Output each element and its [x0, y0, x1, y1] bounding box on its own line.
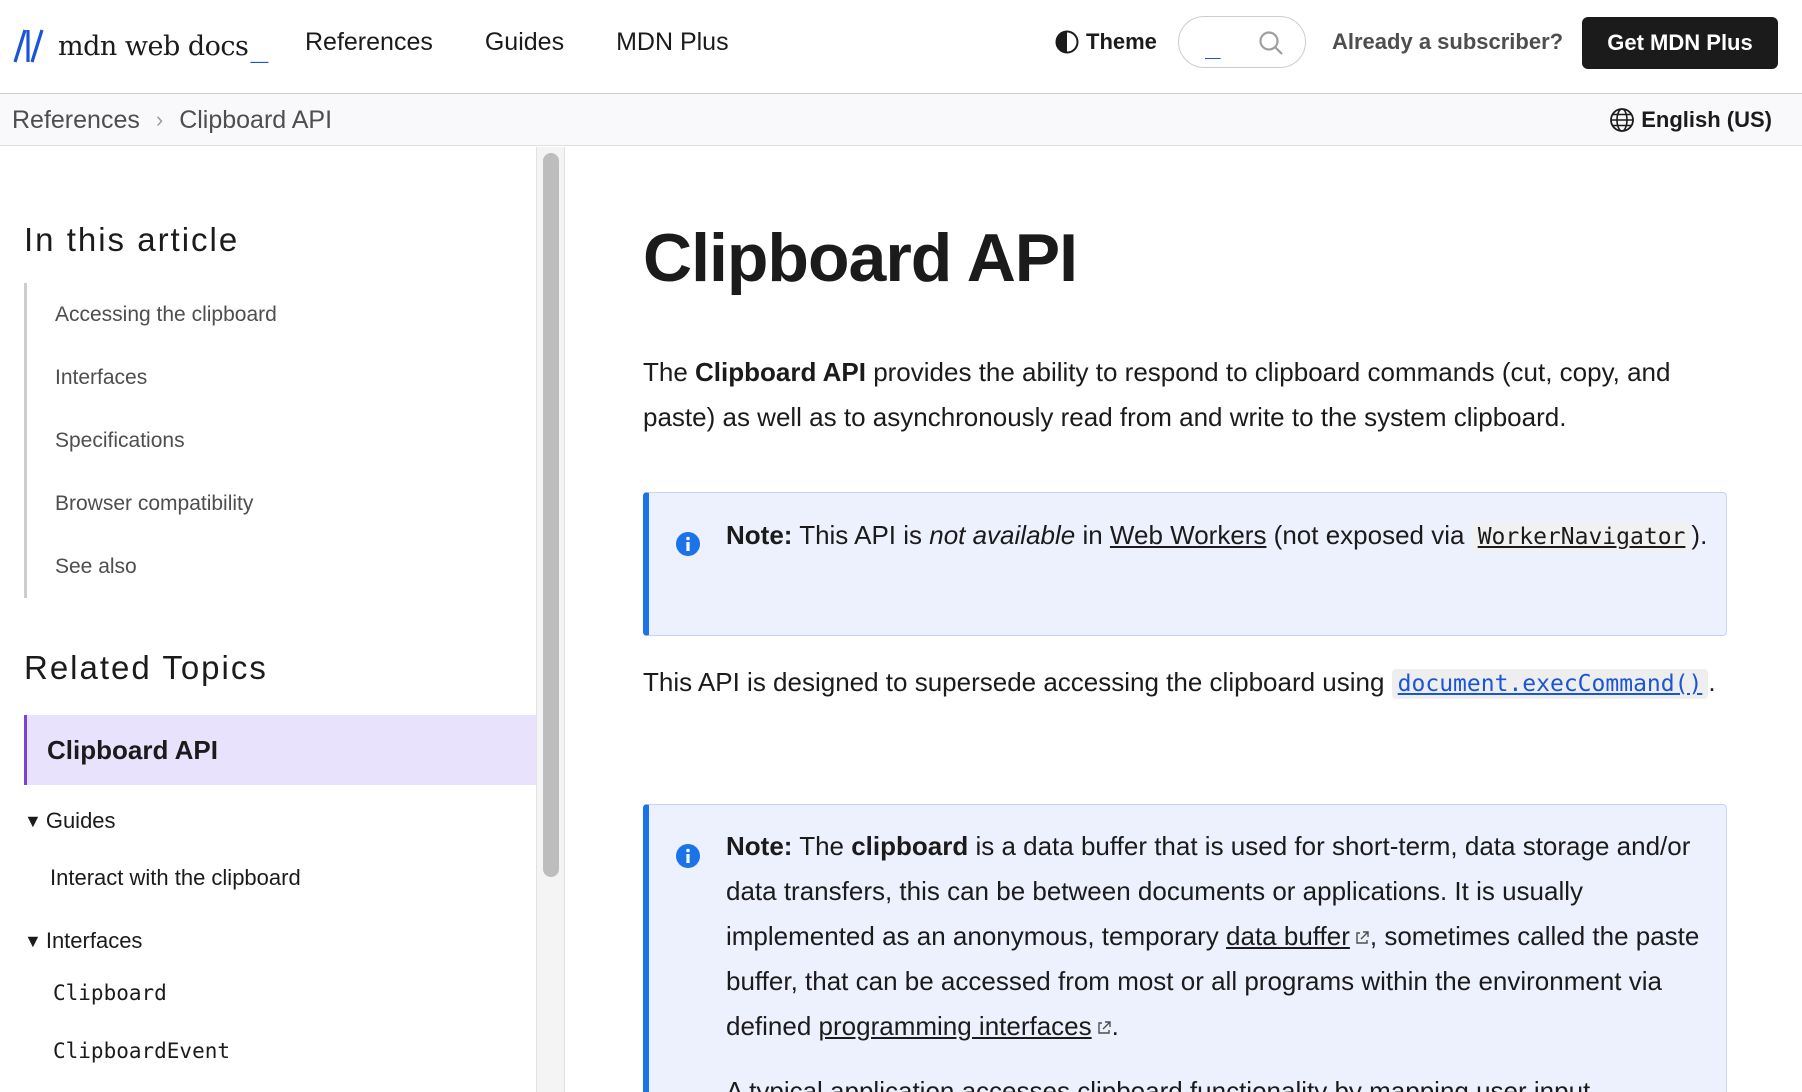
note-bold: clipboard: [851, 831, 969, 861]
nav-mdn-plus[interactable]: MDN Plus: [616, 24, 729, 60]
execcommand-link[interactable]: document.execCommand(): [1391, 669, 1709, 699]
note-text-part: The: [792, 831, 852, 861]
nav-guides[interactable]: Guides: [485, 24, 564, 60]
intro-paragraph: The Clipboard API provides the ability t…: [643, 350, 1733, 440]
toc-list: Accessing the clipboard Interfaces Speci…: [24, 283, 504, 598]
note-text-part: ).: [1691, 520, 1708, 550]
sidebar-scrollbar-thumb[interactable]: [543, 153, 559, 877]
note-label: Note:: [726, 831, 793, 861]
sidebar-item-clipboard-api[interactable]: Clipboard API: [24, 715, 536, 785]
note-callout-workers: Note: This API is not available in Web W…: [643, 492, 1727, 636]
triangle-down-icon: ▼: [24, 930, 42, 951]
sidebar-item-clipboardevent[interactable]: ClipboardEvent: [53, 1039, 230, 1063]
sidebar-group-label: Guides: [45, 808, 116, 833]
paragraph-text-end: .: [1708, 667, 1716, 697]
breadcrumb-clipboard-api[interactable]: Clipboard API: [179, 106, 332, 135]
note-label: Note:: [726, 520, 793, 550]
sidebar-group-interfaces[interactable]: ▼ Interfaces: [24, 928, 142, 954]
intro-text: The: [643, 357, 696, 387]
main-content: Clipboard API The Clipboard API provides…: [566, 147, 1802, 1092]
top-navigation-bar: mdn web docs _ References Guides MDN Plu…: [0, 0, 1802, 94]
workernavigator-link[interactable]: WorkerNavigator: [1471, 522, 1692, 552]
programming-interfaces-link[interactable]: programming interfaces: [819, 1011, 1092, 1041]
theme-icon: [1055, 30, 1079, 54]
toc-title: In this article: [24, 221, 240, 258]
paragraph-text: This API is designed to supersede access…: [643, 667, 1392, 697]
breadcrumb-bar: References › Clipboard API English (US): [0, 94, 1802, 146]
related-topics-title: Related Topics: [24, 649, 268, 686]
note-italic: not available: [929, 520, 1076, 550]
toc-item-specifications[interactable]: Specifications: [27, 409, 504, 472]
note-text-part: .: [1111, 1011, 1119, 1041]
toc-item-browser-compatibility[interactable]: Browser compatibility: [27, 472, 504, 535]
toc-item-interfaces[interactable]: Interfaces: [27, 346, 504, 409]
language-switcher[interactable]: English (US): [1609, 94, 1772, 146]
globe-icon: [1610, 108, 1635, 132]
theme-button[interactable]: Theme: [1054, 24, 1157, 60]
breadcrumb-references[interactable]: References: [12, 106, 140, 135]
note-text-part: in: [1075, 520, 1110, 550]
sidebar-group-label: Interfaces: [45, 928, 143, 953]
note-text: Note: The clipboard is a data buffer tha…: [726, 824, 1716, 1049]
search-input[interactable]: _: [1178, 16, 1306, 68]
sidebar-group-guides[interactable]: ▼ Guides: [24, 808, 116, 834]
toc-item-see-also[interactable]: See also: [27, 535, 504, 598]
nav-references[interactable]: References: [305, 24, 433, 60]
note-text-part: (not exposed via: [1266, 520, 1472, 550]
logo-underscore: _: [250, 29, 269, 64]
web-workers-link[interactable]: Web Workers: [1110, 520, 1267, 550]
note-next-line: A typical application accesses clipboard…: [726, 1076, 1591, 1092]
sidebar-item-interact-with-the-clipboard[interactable]: Interact with the clipboard: [50, 865, 301, 891]
note-text: Note: This API is not available in Web W…: [726, 513, 1716, 560]
search-caret: _: [1205, 30, 1221, 60]
chevron-right-icon: ›: [155, 107, 164, 132]
note-text-part: This API is: [792, 520, 930, 550]
info-icon: [676, 844, 700, 868]
mdn-logo[interactable]: mdn web docs _: [12, 24, 268, 64]
sidebar-item-clipboard[interactable]: Clipboard: [53, 981, 167, 1005]
breadcrumb: References › Clipboard API: [12, 94, 332, 146]
sidebar: In this article Accessing the clipboard …: [0, 147, 537, 1092]
subscriber-login-link[interactable]: Already a subscriber?: [1332, 24, 1563, 60]
toc-item-accessing-the-clipboard[interactable]: Accessing the clipboard: [27, 283, 504, 346]
search-icon: [1259, 31, 1283, 55]
get-mdn-plus-button[interactable]: Get MDN Plus: [1582, 17, 1778, 69]
sidebar-scrollbar[interactable]: [537, 147, 565, 1092]
language-label: English (US): [1641, 107, 1772, 132]
logo-text: mdn web docs: [58, 31, 249, 62]
main-nav: References Guides MDN Plus: [305, 24, 729, 60]
theme-label: Theme: [1086, 29, 1157, 54]
triangle-down-icon: ▼: [24, 810, 42, 831]
external-link-icon: [1356, 931, 1369, 944]
page-title: Clipboard API: [643, 220, 1078, 296]
data-buffer-link[interactable]: data buffer: [1226, 921, 1350, 951]
mdn-logo-icon: [13, 29, 44, 63]
info-icon: [676, 532, 700, 556]
intro-bold: Clipboard API: [695, 357, 866, 387]
note-callout-clipboard: Note: The clipboard is a data buffer tha…: [643, 804, 1727, 1092]
supersede-paragraph: This API is designed to supersede access…: [643, 660, 1733, 707]
external-link-icon: [1097, 1021, 1111, 1034]
